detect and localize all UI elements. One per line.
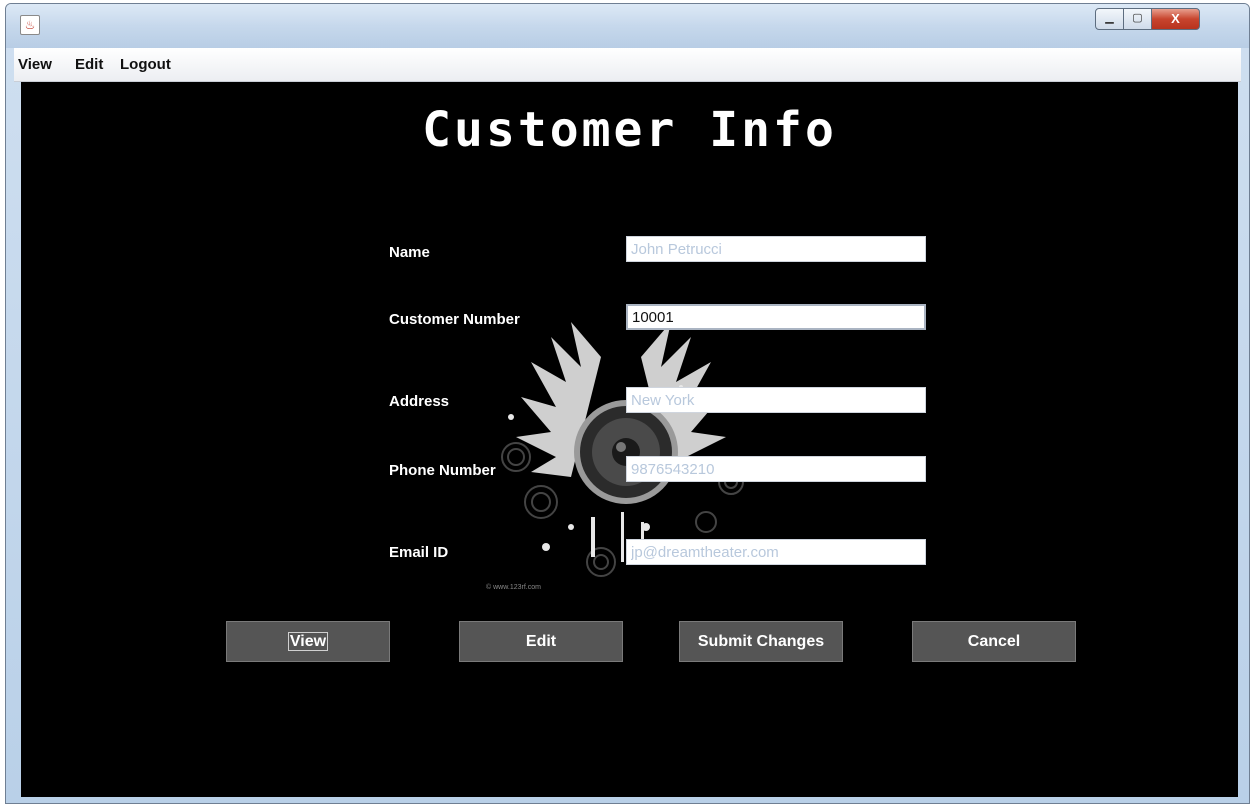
view-button[interactable]: View	[226, 621, 390, 662]
phone-number-field[interactable]	[626, 456, 926, 482]
menu-view[interactable]: View	[18, 56, 52, 73]
address-label: Address	[389, 393, 450, 410]
title-bar: ♨ ▁ ▢ X	[6, 4, 1249, 48]
minimize-button[interactable]: ▁	[1095, 8, 1124, 30]
menu-edit[interactable]: Edit	[75, 56, 103, 73]
menu-logout[interactable]: Logout	[120, 56, 171, 73]
email-id-label: Email ID	[389, 544, 449, 561]
app-window: ♨ ▁ ▢ X View Edit Logout Customer Info ©…	[5, 3, 1250, 804]
customer-number-label: Customer Number	[389, 311, 520, 328]
phone-number-label: Phone Number	[389, 462, 496, 479]
menu-bar: View Edit Logout	[14, 48, 1241, 82]
view-button-label: View	[287, 631, 329, 651]
name-label: Name	[389, 244, 430, 261]
cancel-button[interactable]: Cancel	[912, 621, 1076, 662]
maximize-button[interactable]: ▢	[1123, 8, 1152, 30]
edit-button[interactable]: Edit	[459, 621, 623, 662]
art-credit-text: © www.123rf.com	[486, 583, 541, 591]
address-field[interactable]	[626, 387, 926, 413]
email-id-field[interactable]	[626, 539, 926, 565]
name-field[interactable]	[626, 236, 926, 262]
customer-number-field[interactable]	[626, 304, 926, 330]
page-title: Customer Info	[422, 102, 837, 158]
content-panel: Customer Info © www.123rf.com Name John …	[21, 82, 1238, 797]
java-cup-icon: ♨	[20, 15, 40, 35]
close-button[interactable]: X	[1151, 8, 1200, 30]
submit-changes-button[interactable]: Submit Changes	[679, 621, 843, 662]
